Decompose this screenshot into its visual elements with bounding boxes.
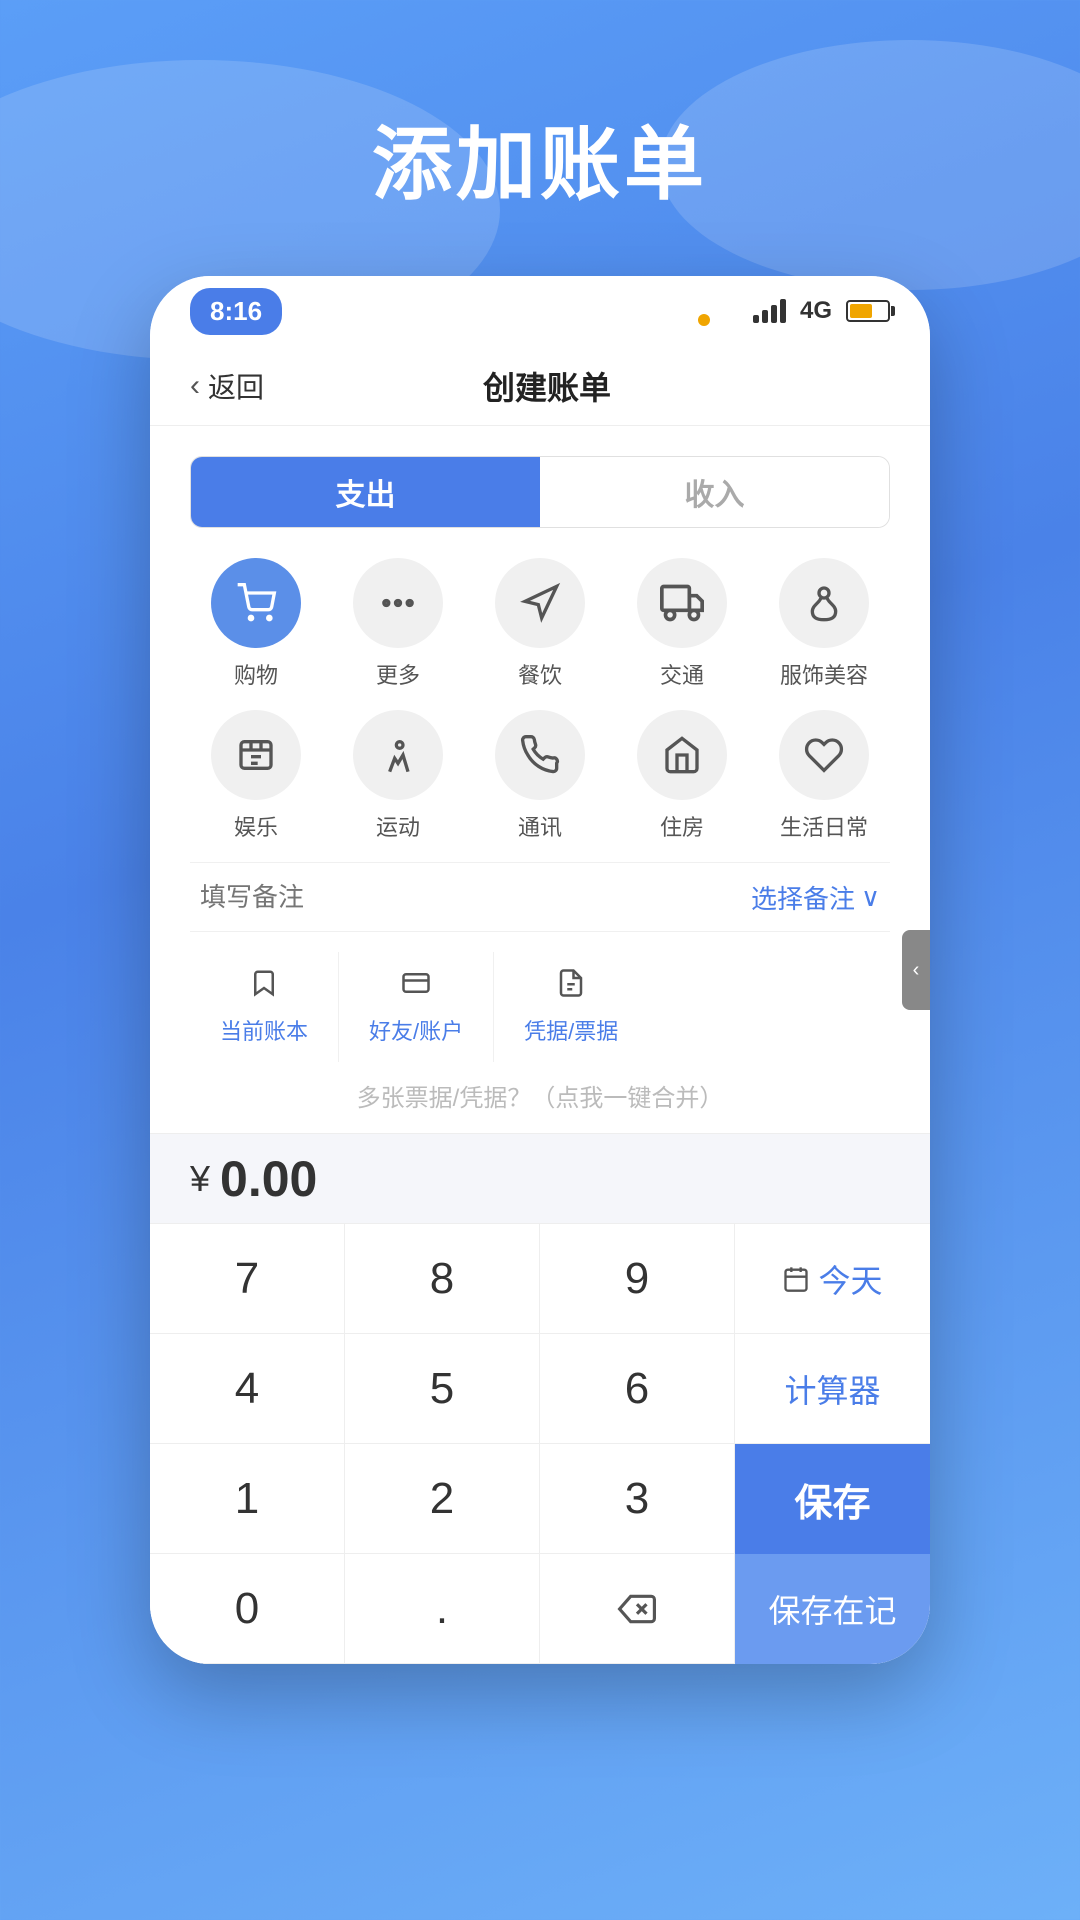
battery-fill — [850, 304, 872, 318]
tab-switcher: 支出 收入 — [190, 456, 890, 528]
save-button[interactable]: 保存 — [735, 1444, 930, 1554]
daily-icon-wrap — [779, 710, 869, 800]
back-label: 返回 — [208, 366, 264, 406]
action-row: 当前账本 好友/账户 — [190, 952, 890, 1062]
currency-symbol: ¥ — [190, 1158, 210, 1200]
select-note-label: 选择备注 — [751, 879, 855, 916]
category-daily[interactable]: 生活日常 — [758, 710, 890, 842]
category-sports[interactable]: 运动 — [332, 710, 464, 842]
sports-icon-wrap — [353, 710, 443, 800]
daily-label: 生活日常 — [780, 810, 868, 842]
food-label: 餐饮 — [518, 658, 562, 690]
friend-label: 好友/账户 — [369, 1014, 463, 1046]
nav-title: 创建账单 — [264, 363, 830, 409]
numpad-delete[interactable] — [540, 1554, 735, 1664]
voucher-label: 凭据/票据 — [524, 1014, 618, 1046]
numpad-3[interactable]: 3 — [540, 1444, 735, 1554]
housing-icon-wrap — [637, 710, 727, 800]
status-icons: 4G — [753, 297, 890, 325]
category-shopping[interactable]: 购物 — [190, 558, 322, 690]
nav-bar: ‹ 返回 创建账单 — [150, 346, 930, 426]
more-icon-wrap — [353, 558, 443, 648]
content-area: 支出 收入 购物 — [150, 426, 930, 1133]
chevron-down-icon: ∨ — [861, 882, 880, 913]
bookmark-icon — [249, 968, 279, 1006]
back-button[interactable]: ‹ 返回 — [190, 366, 264, 406]
shopping-icon-wrap — [211, 558, 301, 648]
back-chevron-icon: ‹ — [190, 369, 200, 403]
communication-icon-wrap — [495, 710, 585, 800]
sidebar-collapse-handle[interactable]: ‹ — [902, 930, 930, 1010]
account-label: 当前账本 — [220, 1014, 308, 1046]
communication-label: 通讯 — [518, 810, 562, 842]
numpad-4[interactable]: 4 — [150, 1334, 345, 1444]
category-communication[interactable]: 通讯 — [474, 710, 606, 842]
numpad-today[interactable]: 今天 — [735, 1224, 930, 1334]
shopping-label: 购物 — [234, 658, 278, 690]
note-row: 选择备注 ∨ — [190, 862, 890, 932]
numpad-7[interactable]: 7 — [150, 1224, 345, 1334]
category-transport[interactable]: 交通 — [616, 558, 748, 690]
tab-expense[interactable]: 支出 — [191, 457, 540, 527]
phone-frame: 8:16 4G ‹ 返回 创建账单 支出 收入 — [150, 276, 930, 1664]
numpad-9[interactable]: 9 — [540, 1224, 735, 1334]
status-bar: 8:16 4G — [150, 276, 930, 346]
collapse-chevron-icon: ‹ — [913, 959, 920, 982]
more-label: 更多 — [376, 658, 420, 690]
category-more[interactable]: 更多 — [332, 558, 464, 690]
transport-label: 交通 — [660, 658, 704, 690]
sports-label: 运动 — [376, 810, 420, 842]
amount-row: ¥ 0.00 — [150, 1133, 930, 1223]
status-time: 8:16 — [190, 288, 282, 335]
save-record-button[interactable]: 保存在记 — [735, 1554, 930, 1664]
numpad: 7 8 9 今天 4 5 6 计算器 1 2 3 保存 0 . — [150, 1223, 930, 1664]
note-input[interactable] — [200, 882, 751, 913]
food-icon-wrap — [495, 558, 585, 648]
entertainment-icon-wrap — [211, 710, 301, 800]
numpad-dot[interactable]: . — [345, 1554, 540, 1664]
entertainment-label: 娱乐 — [234, 810, 278, 842]
voucher-button[interactable]: 凭据/票据 — [494, 952, 648, 1062]
battery-icon — [846, 300, 890, 322]
category-entertainment[interactable]: 娱乐 — [190, 710, 322, 842]
transport-icon-wrap — [637, 558, 727, 648]
friend-button[interactable]: 好友/账户 — [339, 952, 494, 1062]
account-button[interactable]: 当前账本 — [190, 952, 339, 1062]
housing-label: 住房 — [660, 810, 704, 842]
numpad-0[interactable]: 0 — [150, 1554, 345, 1664]
card-icon — [401, 968, 431, 1006]
category-housing[interactable]: 住房 — [616, 710, 748, 842]
numpad-6[interactable]: 6 — [540, 1334, 735, 1444]
numpad-calculator[interactable]: 计算器 — [735, 1334, 930, 1444]
tab-income[interactable]: 收入 — [540, 457, 889, 527]
signal-bars-icon — [753, 299, 786, 323]
merge-hint[interactable]: 多张票据/凭据？（点我一键合并） — [190, 1078, 890, 1133]
today-label: 今天 — [818, 1256, 882, 1302]
network-label: 4G — [800, 297, 832, 325]
numpad-5[interactable]: 5 — [345, 1334, 540, 1444]
fashion-icon-wrap — [779, 558, 869, 648]
receipt-icon — [556, 968, 586, 1006]
amount-value: 0.00 — [220, 1150, 317, 1208]
fashion-label: 服饰美容 — [780, 658, 868, 690]
numpad-8[interactable]: 8 — [345, 1224, 540, 1334]
category-fashion[interactable]: 服饰美容 — [758, 558, 890, 690]
today-button-inner: 今天 — [782, 1256, 882, 1302]
category-food[interactable]: 餐饮 — [474, 558, 606, 690]
numpad-2[interactable]: 2 — [345, 1444, 540, 1554]
category-grid: 购物 更多 餐饮 — [190, 558, 890, 842]
select-note-button[interactable]: 选择备注 ∨ — [751, 879, 880, 916]
numpad-1[interactable]: 1 — [150, 1444, 345, 1554]
dot-indicator — [698, 314, 710, 326]
